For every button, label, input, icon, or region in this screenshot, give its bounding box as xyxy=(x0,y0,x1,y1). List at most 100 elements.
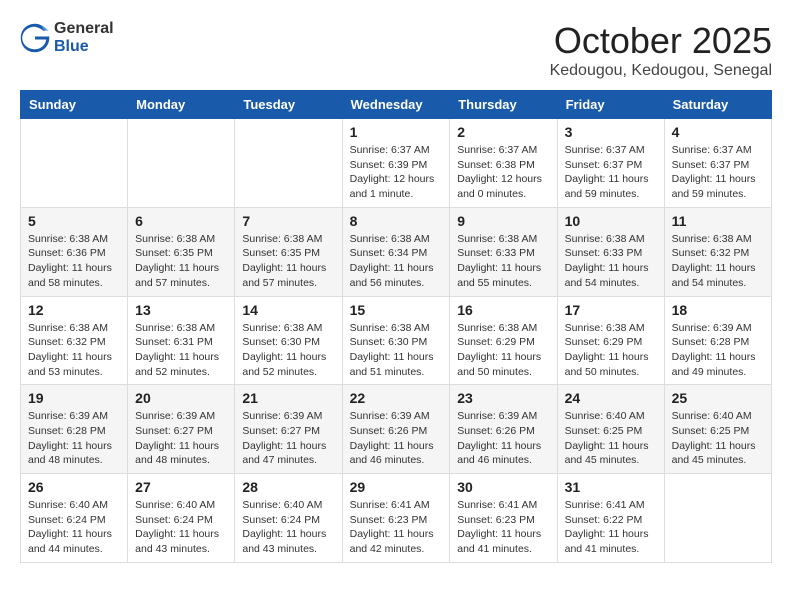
col-sunday: Sunday xyxy=(21,91,128,119)
day-detail: Sunrise: 6:41 AM Sunset: 6:22 PM Dayligh… xyxy=(565,498,657,557)
day-detail: Sunrise: 6:41 AM Sunset: 6:23 PM Dayligh… xyxy=(350,498,443,557)
table-cell xyxy=(128,119,235,208)
day-detail: Sunrise: 6:39 AM Sunset: 6:26 PM Dayligh… xyxy=(350,409,443,468)
day-detail: Sunrise: 6:37 AM Sunset: 6:37 PM Dayligh… xyxy=(672,143,764,202)
day-number: 9 xyxy=(457,213,549,229)
logo-general-text: General xyxy=(54,20,114,38)
calendar-header-row: Sunday Monday Tuesday Wednesday Thursday… xyxy=(21,91,772,119)
week-row-4: 19 Sunrise: 6:39 AM Sunset: 6:28 PM Dayli… xyxy=(21,385,772,474)
day-detail: Sunrise: 6:38 AM Sunset: 6:36 PM Dayligh… xyxy=(28,232,120,291)
logo: General Blue xyxy=(20,20,114,55)
day-number: 10 xyxy=(565,213,657,229)
day-detail: Sunrise: 6:38 AM Sunset: 6:33 PM Dayligh… xyxy=(457,232,549,291)
table-cell: 8 Sunrise: 6:38 AM Sunset: 6:34 PM Daylig… xyxy=(342,207,450,296)
day-number: 24 xyxy=(565,390,657,406)
day-detail: Sunrise: 6:38 AM Sunset: 6:35 PM Dayligh… xyxy=(135,232,227,291)
day-detail: Sunrise: 6:39 AM Sunset: 6:26 PM Dayligh… xyxy=(457,409,549,468)
day-number: 28 xyxy=(242,479,334,495)
week-row-2: 5 Sunrise: 6:38 AM Sunset: 6:36 PM Daylig… xyxy=(21,207,772,296)
day-number: 13 xyxy=(135,302,227,318)
day-number: 3 xyxy=(565,124,657,140)
table-cell: 15 Sunrise: 6:38 AM Sunset: 6:30 PM Dayli… xyxy=(342,296,450,385)
day-number: 7 xyxy=(242,213,334,229)
table-cell: 9 Sunrise: 6:38 AM Sunset: 6:33 PM Daylig… xyxy=(450,207,557,296)
logo-blue-text: Blue xyxy=(54,38,114,56)
day-detail: Sunrise: 6:38 AM Sunset: 6:31 PM Dayligh… xyxy=(135,321,227,380)
table-cell: 16Sunrise: 6:38 AM Sunset: 6:29 PM Dayli… xyxy=(450,296,557,385)
week-row-3: 12 Sunrise: 6:38 AM Sunset: 6:32 PM Dayli… xyxy=(21,296,772,385)
day-detail: Sunrise: 6:40 AM Sunset: 6:25 PM Dayligh… xyxy=(672,409,764,468)
table-cell: 26 Sunrise: 6:40 AM Sunset: 6:24 PM Dayli… xyxy=(21,474,128,563)
day-number: 2 xyxy=(457,124,549,140)
table-cell: 2 Sunrise: 6:37 AM Sunset: 6:38 PM Daylig… xyxy=(450,119,557,208)
calendar-table: Sunday Monday Tuesday Wednesday Thursday… xyxy=(20,90,772,563)
day-detail: Sunrise: 6:38 AM Sunset: 6:35 PM Dayligh… xyxy=(242,232,334,291)
day-number: 21 xyxy=(242,390,334,406)
day-detail: Sunrise: 6:39 AM Sunset: 6:27 PM Dayligh… xyxy=(242,409,334,468)
day-number: 12 xyxy=(28,302,120,318)
day-detail: Sunrise: 6:38 AM Sunset: 6:33 PM Dayligh… xyxy=(565,232,657,291)
day-detail: Sunrise: 6:38 AM Sunset: 6:34 PM Dayligh… xyxy=(350,232,443,291)
table-cell: 11Sunrise: 6:38 AM Sunset: 6:32 PM Dayli… xyxy=(664,207,771,296)
day-detail: Sunrise: 6:39 AM Sunset: 6:27 PM Dayligh… xyxy=(135,409,227,468)
table-cell: 22 Sunrise: 6:39 AM Sunset: 6:26 PM Dayli… xyxy=(342,385,450,474)
table-cell: 6 Sunrise: 6:38 AM Sunset: 6:35 PM Daylig… xyxy=(128,207,235,296)
day-detail: Sunrise: 6:40 AM Sunset: 6:24 PM Dayligh… xyxy=(135,498,227,557)
day-detail: Sunrise: 6:41 AM Sunset: 6:23 PM Dayligh… xyxy=(457,498,549,557)
day-detail: Sunrise: 6:38 AM Sunset: 6:29 PM Dayligh… xyxy=(565,321,657,380)
day-detail: Sunrise: 6:40 AM Sunset: 6:25 PM Dayligh… xyxy=(565,409,657,468)
col-wednesday: Wednesday xyxy=(342,91,450,119)
table-cell: 23 Sunrise: 6:39 AM Sunset: 6:26 PM Dayli… xyxy=(450,385,557,474)
day-number: 11 xyxy=(672,213,764,229)
day-number: 27 xyxy=(135,479,227,495)
table-cell: 29 Sunrise: 6:41 AM Sunset: 6:23 PM Dayli… xyxy=(342,474,450,563)
day-number: 20 xyxy=(135,390,227,406)
table-cell xyxy=(235,119,342,208)
col-saturday: Saturday xyxy=(664,91,771,119)
day-detail: Sunrise: 6:38 AM Sunset: 6:30 PM Dayligh… xyxy=(350,321,443,380)
day-number: 1 xyxy=(350,124,443,140)
logo-icon xyxy=(20,23,50,53)
col-tuesday: Tuesday xyxy=(235,91,342,119)
table-cell: 5 Sunrise: 6:38 AM Sunset: 6:36 PM Daylig… xyxy=(21,207,128,296)
day-number: 25 xyxy=(672,390,764,406)
day-number: 31 xyxy=(565,479,657,495)
month-title: October 2025 xyxy=(550,20,772,62)
day-number: 18 xyxy=(672,302,764,318)
day-detail: Sunrise: 6:38 AM Sunset: 6:32 PM Dayligh… xyxy=(28,321,120,380)
day-number: 8 xyxy=(350,213,443,229)
day-number: 22 xyxy=(350,390,443,406)
table-cell: 30Sunrise: 6:41 AM Sunset: 6:23 PM Dayli… xyxy=(450,474,557,563)
table-cell: 25 Sunrise: 6:40 AM Sunset: 6:25 PM Dayli… xyxy=(664,385,771,474)
day-number: 16 xyxy=(457,302,549,318)
day-number: 19 xyxy=(28,390,120,406)
col-monday: Monday xyxy=(128,91,235,119)
table-cell: 12 Sunrise: 6:38 AM Sunset: 6:32 PM Dayli… xyxy=(21,296,128,385)
table-cell: 21 Sunrise: 6:39 AM Sunset: 6:27 PM Dayli… xyxy=(235,385,342,474)
day-detail: Sunrise: 6:39 AM Sunset: 6:28 PM Dayligh… xyxy=(28,409,120,468)
day-detail: Sunrise: 6:40 AM Sunset: 6:24 PM Dayligh… xyxy=(28,498,120,557)
table-cell: 18Sunrise: 6:39 AM Sunset: 6:28 PM Dayli… xyxy=(664,296,771,385)
col-thursday: Thursday xyxy=(450,91,557,119)
table-cell: 28 Sunrise: 6:40 AM Sunset: 6:24 PM Dayli… xyxy=(235,474,342,563)
day-number: 14 xyxy=(242,302,334,318)
day-detail: Sunrise: 6:37 AM Sunset: 6:38 PM Dayligh… xyxy=(457,143,549,202)
day-detail: Sunrise: 6:37 AM Sunset: 6:37 PM Dayligh… xyxy=(565,143,657,202)
day-number: 4 xyxy=(672,124,764,140)
table-cell: 31 Sunrise: 6:41 AM Sunset: 6:22 PM Dayli… xyxy=(557,474,664,563)
table-cell: 1Sunrise: 6:37 AM Sunset: 6:39 PM Daylig… xyxy=(342,119,450,208)
day-detail: Sunrise: 6:38 AM Sunset: 6:30 PM Dayligh… xyxy=(242,321,334,380)
day-number: 23 xyxy=(457,390,549,406)
week-row-5: 26 Sunrise: 6:40 AM Sunset: 6:24 PM Dayli… xyxy=(21,474,772,563)
day-detail: Sunrise: 6:40 AM Sunset: 6:24 PM Dayligh… xyxy=(242,498,334,557)
table-cell xyxy=(21,119,128,208)
table-cell: 13 Sunrise: 6:38 AM Sunset: 6:31 PM Dayli… xyxy=(128,296,235,385)
day-number: 15 xyxy=(350,302,443,318)
location-subtitle: Kedougou, Kedougou, Senegal xyxy=(550,62,772,80)
table-cell: 20 Sunrise: 6:39 AM Sunset: 6:27 PM Dayli… xyxy=(128,385,235,474)
week-row-1: 1Sunrise: 6:37 AM Sunset: 6:39 PM Daylig… xyxy=(21,119,772,208)
day-number: 5 xyxy=(28,213,120,229)
day-number: 6 xyxy=(135,213,227,229)
day-number: 29 xyxy=(350,479,443,495)
day-number: 26 xyxy=(28,479,120,495)
